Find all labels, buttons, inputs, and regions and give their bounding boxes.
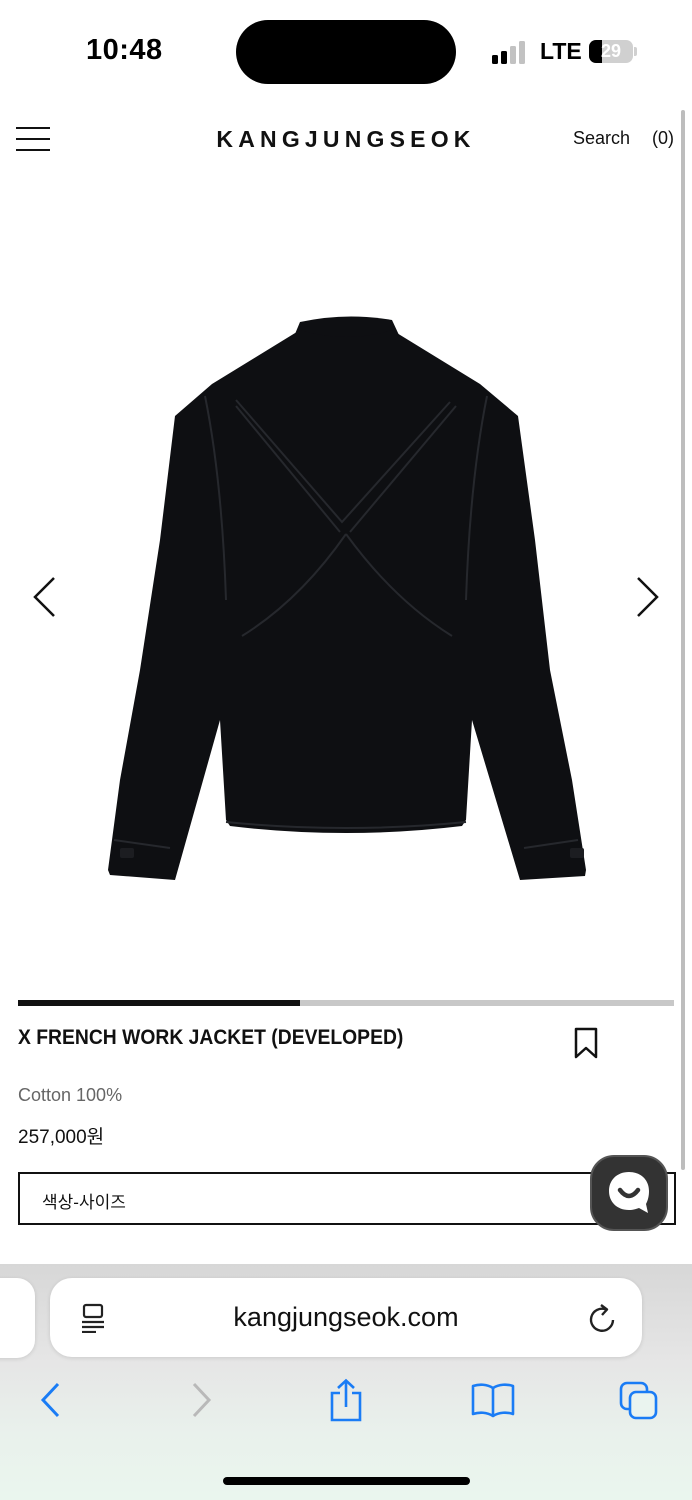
share-icon[interactable] (328, 1378, 364, 1424)
jacket-image (108, 316, 586, 880)
chat-icon (609, 1172, 649, 1213)
reload-icon[interactable] (588, 1302, 618, 1334)
gallery-progress (18, 1000, 674, 1006)
address-bar[interactable]: kangjungseok.com (50, 1278, 642, 1357)
status-time: 10:48 (86, 34, 163, 66)
hamburger-icon-line (16, 149, 50, 151)
url-text: kangjungseok.com (233, 1302, 459, 1332)
dynamic-island (236, 20, 456, 84)
product-title: X FRENCH WORK JACKET (DEVELOPED) (18, 1026, 404, 1049)
gallery-progress-fill (18, 1000, 301, 1006)
battery-icon: 29 (589, 40, 633, 63)
home-indicator[interactable] (223, 1477, 470, 1485)
forward-icon[interactable] (188, 1380, 214, 1420)
chat-button[interactable] (590, 1155, 668, 1231)
bookmark-icon[interactable] (573, 1026, 599, 1060)
cart-link[interactable]: (0) (652, 128, 674, 149)
chevron-left-icon[interactable] (26, 575, 66, 619)
hamburger-icon-line (16, 138, 50, 140)
option-select-label: 색상-사이즈 (42, 1193, 126, 1212)
book-icon[interactable] (470, 1380, 516, 1420)
chevron-right-icon[interactable] (626, 575, 666, 619)
battery-cap (634, 47, 637, 56)
back-icon[interactable] (38, 1380, 64, 1420)
signal-icon (492, 40, 528, 64)
product-price: 257,000원 (18, 1127, 105, 1148)
browser-toolbar: kangjungseok.com (0, 1264, 692, 1500)
previous-tab-card[interactable] (0, 1278, 35, 1358)
option-select[interactable]: 색상-사이즈 (18, 1172, 676, 1225)
brand-logo[interactable]: KANGJUNGSEOK (196, 126, 496, 153)
product-gallery[interactable] (0, 180, 692, 990)
product-material: Cotton 100% (18, 1085, 123, 1105)
hamburger-icon (16, 127, 50, 129)
status-bar: 10:48 LTE 29 (0, 0, 692, 100)
network-type: LTE (540, 38, 582, 64)
menu-button[interactable] (16, 125, 50, 153)
search-link[interactable]: Search (573, 128, 630, 149)
tabs-icon[interactable] (618, 1380, 660, 1422)
battery-percent: 29 (600, 41, 622, 61)
